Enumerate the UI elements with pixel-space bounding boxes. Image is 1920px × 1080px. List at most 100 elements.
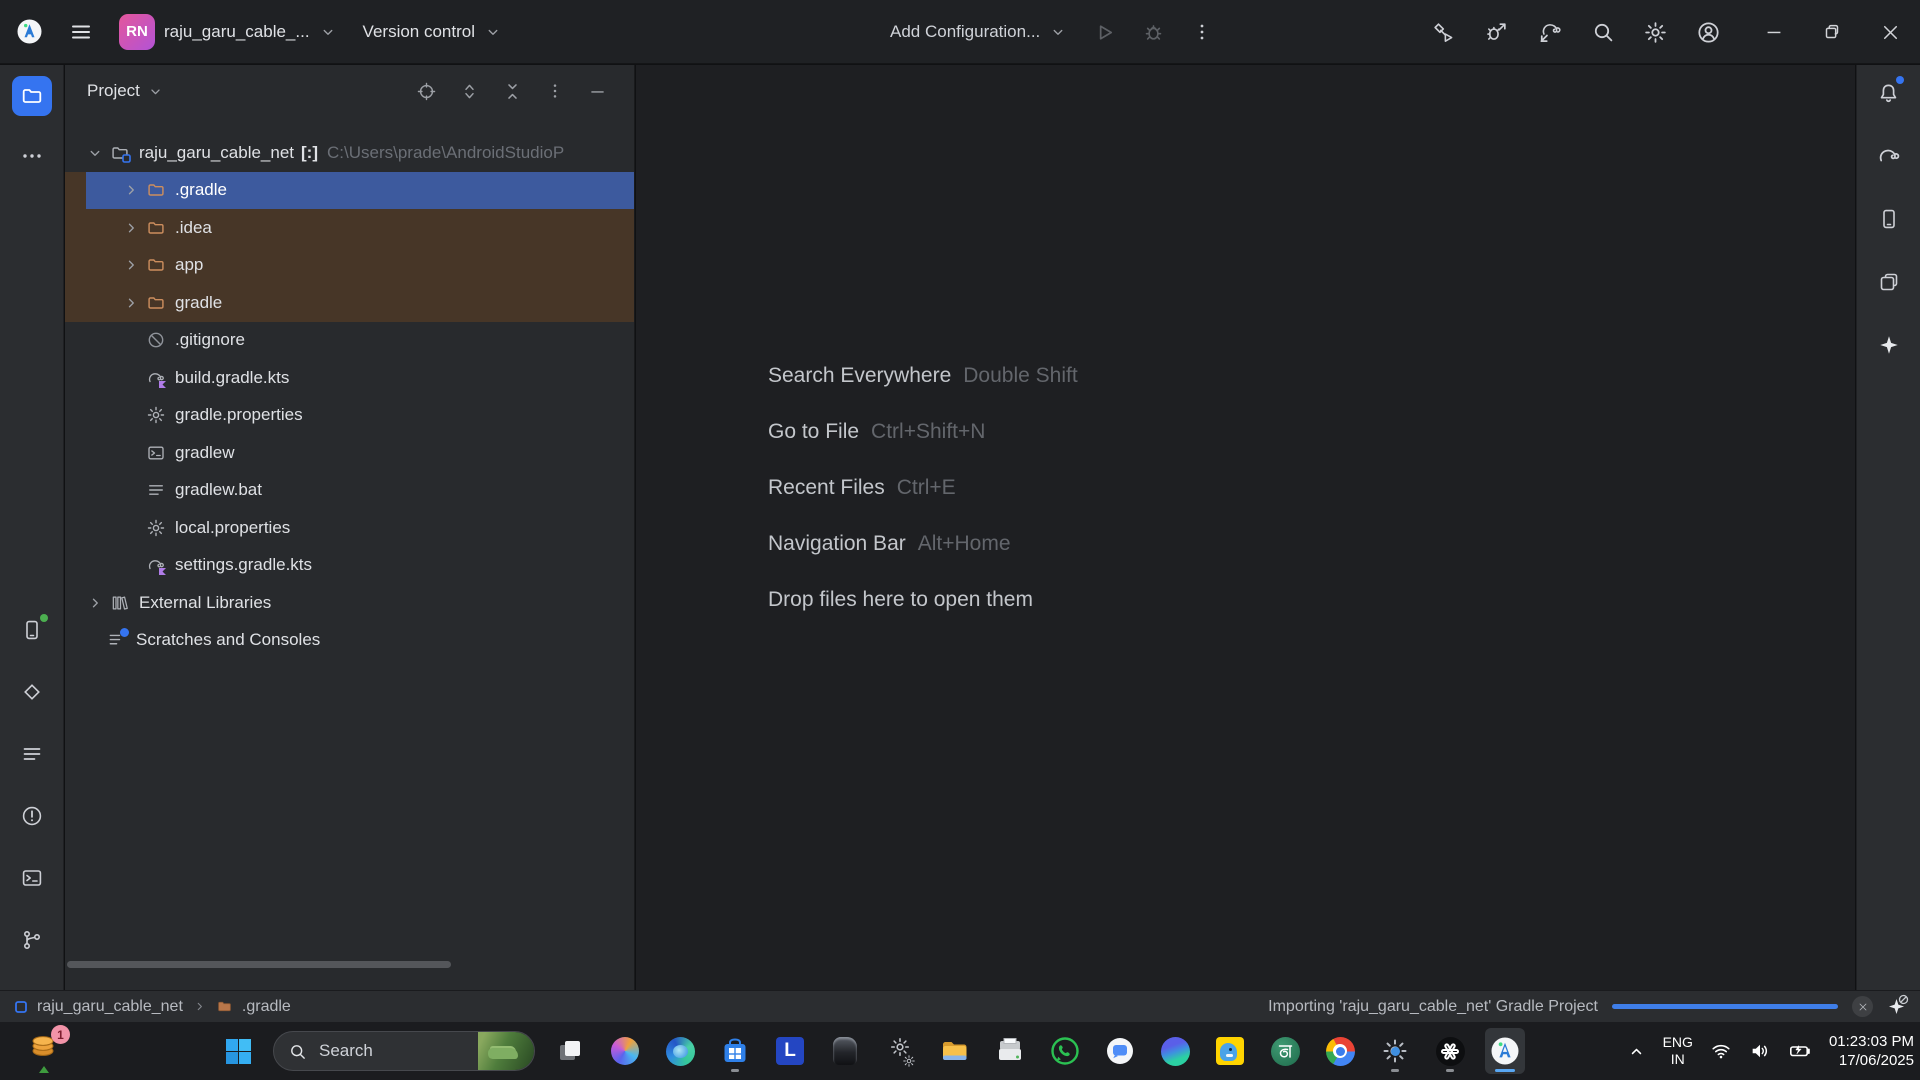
tree-item-gradlew-bat[interactable]: gradlew.bat bbox=[65, 472, 634, 510]
chevron-right-icon[interactable] bbox=[120, 219, 142, 237]
horizontal-scrollbar[interactable] bbox=[67, 961, 451, 968]
messages-app-icon[interactable] bbox=[1100, 1028, 1140, 1074]
tray-show-hidden-icons[interactable] bbox=[1627, 1042, 1646, 1061]
ai-assistant-status-icon[interactable] bbox=[1887, 997, 1906, 1016]
panel-options-icon[interactable] bbox=[545, 81, 565, 101]
gradle-sync-icon[interactable] bbox=[1537, 19, 1563, 45]
notification-count-badge: 1 bbox=[51, 1025, 70, 1044]
gradle-tool-icon[interactable] bbox=[1869, 136, 1909, 176]
main-menu-icon[interactable] bbox=[69, 20, 93, 44]
project-name: raju_garu_cable_... bbox=[164, 22, 310, 42]
project-path: C:\Users\prade\AndroidStudioP bbox=[327, 143, 564, 163]
tree-item-project-root[interactable]: raju_garu_cable_net [:] C:\Users\prade\A… bbox=[65, 134, 634, 172]
tree-item-scratches-and-consoles[interactable]: Scratches and Consoles bbox=[65, 622, 634, 660]
settings-gear-icon[interactable] bbox=[1643, 20, 1668, 45]
chevron-down-icon[interactable] bbox=[84, 144, 106, 162]
tree-item-app-folder[interactable]: app bbox=[65, 247, 634, 285]
right-tool-strip bbox=[1856, 65, 1920, 990]
expand-selection-icon[interactable] bbox=[459, 81, 480, 102]
chevron-right-icon[interactable] bbox=[120, 181, 142, 199]
cancel-progress-icon[interactable] bbox=[1852, 996, 1873, 1017]
language-indicator[interactable]: ENG IN bbox=[1663, 1034, 1693, 1069]
locate-file-icon[interactable] bbox=[416, 81, 437, 102]
chrome-app-icon[interactable] bbox=[1320, 1028, 1360, 1074]
notifications-tool-icon[interactable] bbox=[1869, 73, 1909, 113]
account-icon[interactable] bbox=[1696, 20, 1721, 45]
libraries-icon bbox=[109, 593, 130, 613]
file-explorer-app-icon[interactable] bbox=[935, 1028, 975, 1074]
android-studio-app-icon[interactable] bbox=[1485, 1028, 1525, 1074]
more-actions-icon[interactable] bbox=[1191, 21, 1213, 43]
tree-item-build-gradle-kts[interactable]: build.gradle.kts bbox=[65, 359, 634, 397]
breadcrumb-current[interactable]: .gradle bbox=[242, 998, 291, 1016]
start-button[interactable] bbox=[218, 1028, 258, 1074]
wifi-icon[interactable] bbox=[1710, 1040, 1732, 1062]
breadcrumb-separator-icon bbox=[192, 999, 207, 1014]
chevron-right-icon[interactable] bbox=[120, 294, 142, 312]
search-highlight-image[interactable] bbox=[478, 1032, 534, 1070]
tree-item-gradle-folder[interactable]: gradle bbox=[65, 284, 634, 322]
breadcrumb-root[interactable]: raju_garu_cable_net bbox=[37, 998, 183, 1016]
collapse-all-icon[interactable] bbox=[502, 81, 523, 102]
search-icon bbox=[288, 1042, 307, 1061]
build-and-run-icon[interactable] bbox=[1431, 20, 1456, 45]
project-panel-title[interactable]: Project bbox=[87, 81, 140, 101]
scratches-icon bbox=[106, 630, 127, 650]
tree-item-idea-folder[interactable]: .idea bbox=[65, 209, 634, 247]
device-explorer-tool-icon[interactable] bbox=[1869, 262, 1909, 302]
l-app-icon[interactable]: L bbox=[770, 1028, 810, 1074]
version-control-widget[interactable]: Version control bbox=[363, 22, 502, 42]
hide-panel-icon[interactable] bbox=[587, 81, 608, 102]
project-widget[interactable]: RN raju_garu_cable_... bbox=[119, 14, 337, 50]
tree-item-settings-gradle-kts[interactable]: settings.gradle.kts bbox=[65, 547, 634, 585]
app-quality-insights-tool-icon[interactable] bbox=[12, 672, 52, 712]
whatsapp-app-icon[interactable] bbox=[1045, 1028, 1085, 1074]
more-tool-windows-icon[interactable] bbox=[12, 136, 52, 176]
tree-item-gradle-properties[interactable]: gradle.properties bbox=[65, 397, 634, 435]
search-everywhere-icon[interactable] bbox=[1591, 20, 1615, 44]
device-manager-tool-icon[interactable] bbox=[1869, 199, 1909, 239]
wallet-sphere-app-icon[interactable] bbox=[1155, 1028, 1195, 1074]
attach-debugger-icon[interactable] bbox=[1484, 20, 1509, 45]
scanner-app-icon[interactable] bbox=[990, 1028, 1030, 1074]
run-configuration-select[interactable]: Add Configuration... bbox=[890, 22, 1067, 42]
running-devices-tool-icon[interactable] bbox=[12, 610, 52, 650]
hint-go-to-file: Go to File Ctrl+Shift+N bbox=[768, 404, 1078, 460]
kettle-device-app-icon[interactable] bbox=[825, 1028, 865, 1074]
restore-window-icon[interactable] bbox=[1821, 21, 1843, 43]
chevron-down-icon[interactable] bbox=[147, 83, 164, 100]
progress-text[interactable]: Importing 'raju_garu_cable_net' Gradle P… bbox=[1268, 998, 1598, 1016]
left-tool-strip bbox=[0, 65, 64, 990]
task-view-button[interactable] bbox=[550, 1028, 590, 1074]
battery-icon[interactable] bbox=[1788, 1039, 1812, 1063]
chevron-right-icon[interactable] bbox=[120, 256, 142, 274]
gemini-tool-icon[interactable] bbox=[1869, 325, 1909, 365]
chevron-right-icon[interactable] bbox=[84, 594, 106, 612]
coins-app-icon[interactable]: 1 bbox=[28, 1029, 64, 1069]
chatgpt-app-icon[interactable] bbox=[1430, 1028, 1470, 1074]
volume-icon[interactable] bbox=[1749, 1040, 1771, 1062]
tree-item-external-libraries[interactable]: External Libraries bbox=[65, 584, 634, 622]
clock-date[interactable]: 01:23:03 PM 17/06/2025 bbox=[1829, 1032, 1914, 1071]
copilot-app-icon[interactable] bbox=[605, 1028, 645, 1074]
windows-settings-app-icon[interactable] bbox=[1375, 1028, 1415, 1074]
whale-app-icon[interactable] bbox=[1210, 1028, 1250, 1074]
android-studio-logo[interactable] bbox=[16, 18, 43, 45]
terminal-tool-icon[interactable] bbox=[12, 858, 52, 898]
taskbar-search[interactable]: Search bbox=[273, 1031, 535, 1071]
tree-item-gradlew[interactable]: gradlew bbox=[65, 434, 634, 472]
version-control-tool-icon[interactable] bbox=[12, 920, 52, 960]
system-utility-gears-app-icon[interactable] bbox=[880, 1028, 920, 1074]
minimize-window-icon[interactable] bbox=[1763, 21, 1785, 43]
edge-app-icon[interactable] bbox=[660, 1028, 700, 1074]
microsoft-store-app-icon[interactable] bbox=[715, 1028, 755, 1074]
tree-item-local-properties[interactable]: local.properties bbox=[65, 509, 634, 547]
logcat-tool-icon[interactable] bbox=[12, 734, 52, 774]
dha-hindi-app-icon[interactable] bbox=[1265, 1028, 1305, 1074]
tree-item-gradle-dot-folder[interactable]: .gradle bbox=[65, 172, 634, 210]
close-window-icon[interactable] bbox=[1879, 21, 1902, 44]
module-icon bbox=[14, 1000, 28, 1014]
tree-item-gitignore[interactable]: .gitignore bbox=[65, 322, 634, 360]
project-tool-button[interactable] bbox=[12, 76, 52, 116]
problems-tool-icon[interactable] bbox=[12, 796, 52, 836]
